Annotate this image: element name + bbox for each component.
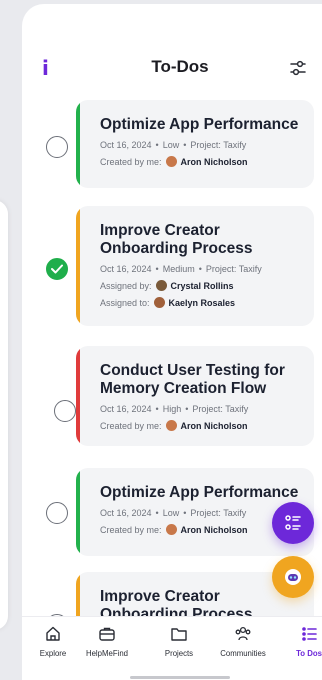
background-panel [0,200,8,630]
task-assignee: Assigned to: Kaelyn Rosales [100,297,236,308]
task-assigner: Assigned by: Crystal Rollins [100,280,234,291]
compass-icon [46,626,60,641]
list-fab-button[interactable] [272,502,314,544]
tab-projects[interactable]: Projects [148,625,210,658]
task-checkbox-checked[interactable] [46,258,68,280]
task-checkbox[interactable] [46,502,68,524]
task-card[interactable]: Improve Creator Onboarding Process Oct 1… [76,206,314,326]
task-meta: Oct 16, 2024 • High • Project: Taxify [100,404,249,414]
bottom-tab-bar: Explore HelpMeFind Projects Communities … [22,616,322,680]
page-title: To-Dos [151,57,209,76]
tab-communities[interactable]: Communities [212,625,274,658]
task-title: Optimize App Performance [100,484,299,501]
people-icon [235,626,251,641]
tab-helpmefind[interactable]: HelpMeFind [76,625,138,658]
task-title: Improve Creator Onboarding Process [100,222,253,257]
avatar [165,420,177,431]
assistant-fab-button[interactable] [272,556,314,598]
home-indicator [130,676,230,679]
task-card[interactable]: Optimize App Performance Oct 16, 2024 • Lo… [76,100,314,188]
sliders-icon [290,60,306,76]
briefcase-icon [99,627,115,641]
app-header: i To-Dos [22,52,322,84]
task-title: Conduct User Testing for Memory Creation… [100,362,285,397]
task-creator: Created by me: Aron Nicholson [100,420,248,431]
task-checkbox[interactable] [46,136,68,158]
checkmark-icon [51,264,63,274]
tab-todos[interactable]: To Dos [278,625,322,658]
priority-bar [76,100,80,188]
todo-list-icon [302,627,317,641]
priority-bar [76,346,80,446]
task-title: Optimize App Performance [100,116,299,133]
task-checkbox[interactable] [54,400,76,422]
list-icon [285,515,301,530]
task-meta: Oct 16, 2024 • Low • Project: Taxify [100,140,247,150]
robot-assistant-icon [285,569,301,585]
priority-bar [76,468,80,556]
task-card[interactable]: Conduct User Testing for Memory Creation… [76,346,314,446]
avatar [165,156,177,167]
avatar [165,524,177,535]
filter-button[interactable] [288,58,308,78]
avatar [153,297,165,308]
task-creator: Created by me: Aron Nicholson [100,156,248,167]
priority-bar [76,206,80,326]
tab-explore[interactable]: Explore [22,625,84,658]
folder-icon [171,628,187,641]
avatar [155,280,167,291]
todos-screen: Optimize App Performance Oct 16, 2024 • Lo… [22,4,322,680]
task-meta: Oct 16, 2024 • Medium • Project: Taxify [100,264,262,274]
